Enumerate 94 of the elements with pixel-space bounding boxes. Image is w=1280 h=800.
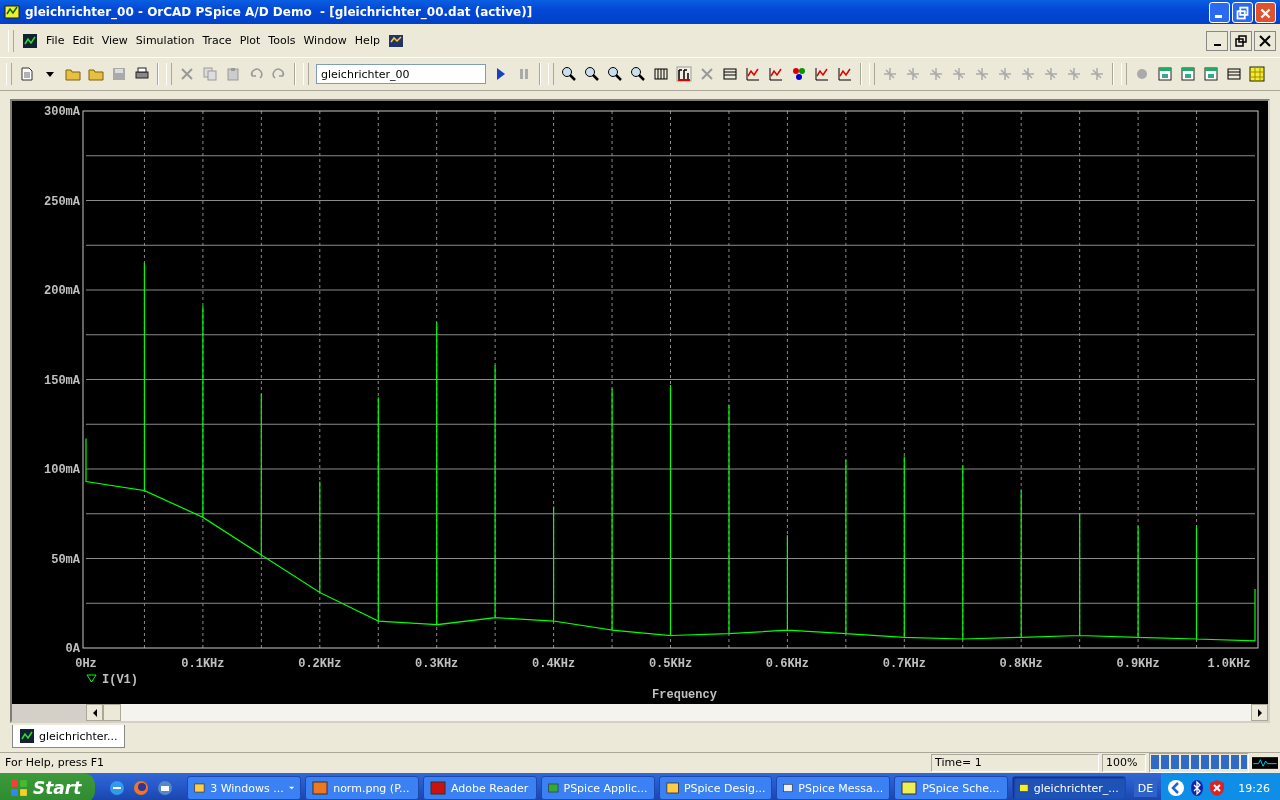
- axis-label: 300mA: [44, 105, 80, 119]
- menu-item[interactable]: Edit: [72, 34, 94, 47]
- chevron-left-icon[interactable]: [1167, 779, 1186, 797]
- graph-icon[interactable]: [745, 66, 761, 82]
- close-icon: [1259, 34, 1271, 47]
- axis-title: Frequency: [652, 688, 717, 702]
- paste-icon[interactable]: [225, 66, 241, 82]
- legend-label[interactable]: I(V1): [102, 673, 138, 687]
- menu-item[interactable]: Trace: [202, 34, 232, 47]
- redo-icon[interactable]: [271, 66, 287, 82]
- menu-item[interactable]: View: [101, 34, 128, 47]
- app-icon: [665, 780, 679, 796]
- profile-field[interactable]: gleichrichter_00: [316, 64, 486, 84]
- axis-label: 50mA: [51, 552, 80, 567]
- axis-label: 0.8KHz: [999, 657, 1043, 671]
- taskbar-button[interactable]: norm.png (P...: [305, 776, 419, 800]
- bluetooth-icon[interactable]: [1190, 779, 1205, 797]
- axis-label: 0.1KHz: [181, 657, 225, 671]
- taskbar-button[interactable]: PSpice Messa...: [776, 776, 891, 800]
- status-text: For Help, press F1: [4, 755, 106, 771]
- menu-item[interactable]: File: [46, 34, 65, 47]
- menu-item[interactable]: Plot: [239, 34, 261, 47]
- window-icon[interactable]: [1180, 66, 1196, 82]
- axis-label: 150mA: [44, 373, 80, 388]
- app-icon: [430, 780, 446, 796]
- windows-logo: [10, 779, 28, 797]
- minimize-icon: [1213, 43, 1221, 46]
- new-document-icon[interactable]: [19, 66, 35, 82]
- list-icon[interactable]: [1226, 66, 1242, 82]
- app-icon: [194, 780, 206, 796]
- list-icon[interactable]: [722, 66, 738, 82]
- spectrum-icon[interactable]: [676, 66, 692, 82]
- app-icon: [312, 780, 329, 796]
- caret-icon: [288, 784, 295, 792]
- triangle-marker-icon: [86, 674, 97, 683]
- axis-label: 200mA: [44, 284, 80, 298]
- scroll-right-button[interactable]: [1251, 704, 1268, 721]
- time-readout: Time= 1: [931, 754, 1099, 772]
- open-folder-icon[interactable]: [65, 66, 81, 82]
- axis-label: 0Hz: [75, 657, 97, 671]
- axis-label: 0.2KHz: [298, 657, 342, 671]
- zoom-readout: 100%: [1102, 754, 1146, 772]
- start-button[interactable]: Start: [0, 773, 96, 800]
- language-indicator[interactable]: DE: [1133, 779, 1158, 797]
- taskbar-button[interactable]: 3 Windows ...: [187, 776, 302, 800]
- taskbar-button[interactable]: PSpice Applic...: [540, 776, 655, 800]
- print-icon[interactable]: [134, 66, 150, 82]
- mail-icon[interactable]: [157, 780, 174, 796]
- scroll-left-button[interactable]: [86, 704, 103, 721]
- search-icon[interactable]: [630, 66, 646, 82]
- axis-label: 0.4KHz: [532, 657, 576, 671]
- axis-label: 0.3KHz: [415, 657, 459, 671]
- scroll-thumb[interactable]: [103, 704, 121, 721]
- app-icon: [4, 4, 20, 20]
- restore-icon: [1235, 34, 1247, 47]
- app-icon: [547, 780, 559, 796]
- taskbar-button[interactable]: PSpice Desig...: [658, 776, 773, 800]
- axis-label: 1.0KHz: [1207, 657, 1251, 671]
- minimize-button[interactable]: [1206, 30, 1228, 51]
- undo-icon[interactable]: [248, 66, 264, 82]
- axis-label: 250mA: [44, 194, 80, 209]
- window-icon[interactable]: [1157, 66, 1173, 82]
- axis-label: 0.9KHz: [1116, 657, 1160, 671]
- document-tab[interactable]: gleichrichter...: [12, 725, 125, 748]
- close-button[interactable]: [1254, 30, 1276, 51]
- globe-icon[interactable]: [133, 780, 150, 796]
- curve-icon[interactable]: [814, 66, 830, 82]
- shield-icon[interactable]: [1209, 779, 1226, 797]
- axis-label: 0.7KHz: [882, 657, 926, 671]
- waveform-icon: [1252, 754, 1278, 772]
- curve-icon[interactable]: [837, 66, 853, 82]
- horizontal-scrollbar[interactable]: [12, 704, 1268, 721]
- restore-button[interactable]: [1230, 30, 1252, 51]
- grid-icon[interactable]: [1249, 66, 1265, 82]
- taskbar-button[interactable]: gleichrichter_...: [1012, 776, 1126, 800]
- right-arrow-icon: [1255, 708, 1264, 717]
- menu-item[interactable]: Window: [303, 34, 347, 47]
- window-icon[interactable]: [1203, 66, 1219, 82]
- axis-label: 0.5KHz: [648, 657, 693, 671]
- axis-label: 0A: [65, 642, 80, 656]
- axis-label: 0.6KHz: [765, 657, 809, 671]
- chart-icon: [19, 728, 35, 744]
- menu-item[interactable]: Tools: [268, 34, 296, 47]
- graph-icon[interactable]: [768, 66, 784, 82]
- axis-label: 100mA: [44, 463, 80, 477]
- menu-item[interactable]: Simulation: [135, 34, 195, 47]
- columns-icon[interactable]: [653, 66, 669, 82]
- taskbar-button[interactable]: Adobe Reader: [423, 776, 537, 800]
- app-icon: [901, 780, 918, 796]
- taskbar-button[interactable]: PSpice Sche...: [894, 776, 1009, 800]
- minimize-icon: [1215, 14, 1222, 18]
- clock: 19:26: [1238, 781, 1270, 795]
- window-title: gleichrichter_00 - OrCAD PSpice A/D Demo - [gleichrichter_00.dat (active)]: [25, 5, 533, 19]
- menu-item[interactable]: Help: [354, 34, 380, 47]
